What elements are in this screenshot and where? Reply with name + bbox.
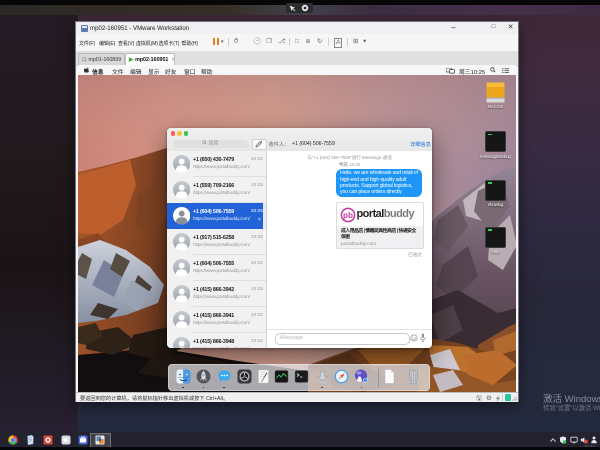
svg-text:pb: pb [343, 210, 353, 219]
